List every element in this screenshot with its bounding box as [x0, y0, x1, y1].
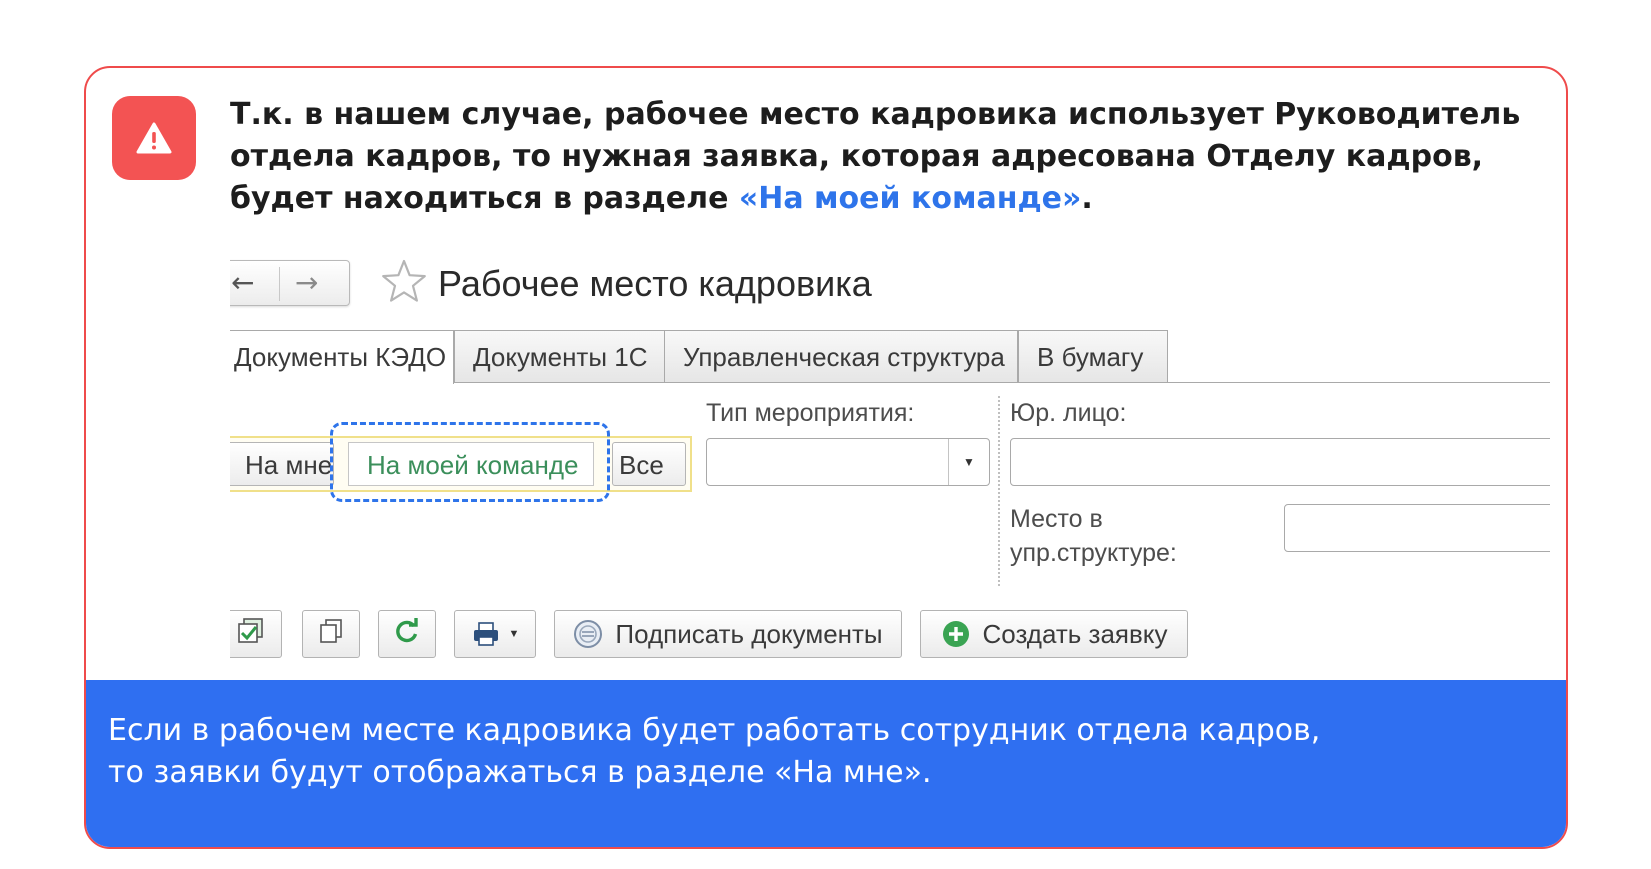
copy-button[interactable] [302, 610, 360, 658]
notice-line-1: Т.к. в нашем случае, рабочее место кадро… [230, 97, 1521, 132]
copy-icon [317, 617, 345, 652]
forward-arrow-icon[interactable]: → [295, 267, 318, 299]
event-type-select[interactable]: ▼ [706, 438, 990, 486]
nav-separator [279, 267, 280, 301]
create-request-button[interactable]: Создать заявку [920, 610, 1188, 658]
footer-line-2: то заявки будут отображаться в разделе «… [108, 755, 932, 790]
position-input[interactable] [1284, 504, 1550, 552]
history-nav: ← → [230, 260, 350, 306]
tab-1c-documents[interactable]: Документы 1С [454, 330, 666, 382]
mark-done-button[interactable] [230, 610, 282, 658]
workspace-title: Рабочее место кадровика [438, 263, 872, 304]
filter-all-button[interactable]: Все [612, 442, 686, 486]
position-label-line2: упр.структуре: [1010, 539, 1177, 567]
warning-icon [112, 96, 196, 180]
create-request-label: Создать заявку [982, 618, 1168, 649]
sign-documents-label: Подписать документы [615, 618, 883, 649]
legal-entity-label: Юр. лицо: [1010, 399, 1127, 427]
favorite-star-icon[interactable] [380, 258, 428, 309]
printer-icon [471, 620, 501, 648]
tab-to-paper[interactable]: В бумагу [1018, 330, 1168, 382]
dropdown-arrow-icon[interactable]: ▼ [948, 439, 989, 485]
notice-line-3: будет находиться в разделе «На моей кома… [230, 178, 1550, 220]
notice-text: Т.к. в нашем случае, рабочее место кадро… [230, 94, 1550, 220]
info-card: Т.к. в нашем случае, рабочее место кадро… [84, 66, 1568, 849]
footer-line-1: Если в рабочем месте кадровика будет раб… [108, 713, 1321, 748]
plus-circle-icon [941, 619, 971, 649]
highlight-frame [330, 422, 610, 502]
signature-icon [573, 619, 603, 649]
column-divider [998, 396, 1000, 586]
notice-line-3-suffix: . [1081, 181, 1093, 216]
chevron-down-icon: ▼ [508, 628, 520, 640]
refresh-icon [393, 617, 421, 652]
legal-entity-input[interactable] [1010, 438, 1550, 486]
back-arrow-icon[interactable]: ← [231, 267, 254, 299]
tab-kedo-documents[interactable]: Документы КЭДО [230, 330, 454, 384]
checked-documents-icon [236, 617, 266, 652]
workspace-screenshot: ← → Рабочее место кадровика Документы КЭ… [230, 246, 1550, 708]
print-menu-button[interactable]: ▼ [454, 610, 536, 658]
notice-line-2: отдела кадров, то нужная заявка, которая… [230, 139, 1484, 174]
notice-link-my-team: «На моей команде» [738, 181, 1082, 216]
tab-management-structure[interactable]: Управленческая структура [664, 330, 1018, 382]
sign-documents-button[interactable]: Подписать документы [554, 610, 902, 658]
refresh-button[interactable] [378, 610, 436, 658]
filter-on-me-button[interactable]: На мне [230, 442, 334, 486]
event-type-label: Тип мероприятия: [706, 399, 915, 427]
position-label-line1: Место в [1010, 505, 1103, 533]
footer-note: Если в рабочем месте кадровика будет раб… [86, 680, 1566, 847]
notice-line-3-prefix: будет находиться в разделе [230, 181, 739, 216]
